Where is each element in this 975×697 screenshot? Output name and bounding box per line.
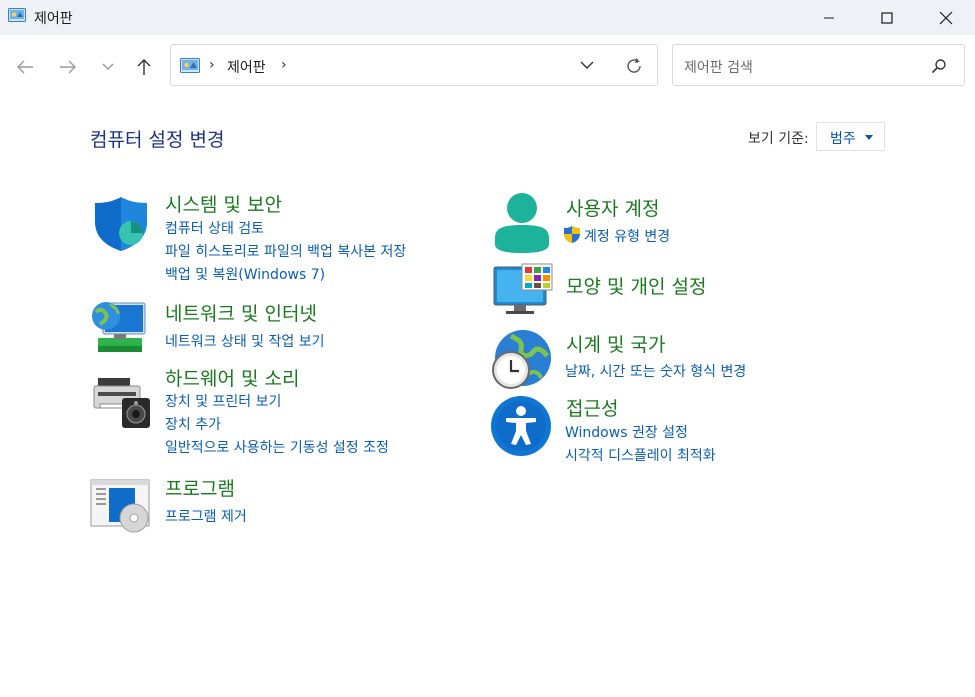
link-review-computer-status[interactable]: 컴퓨터 상태 검토: [165, 218, 264, 238]
close-icon: [939, 11, 953, 24]
user-accounts-icon[interactable]: [493, 192, 551, 254]
link-file-history-backup[interactable]: 파일 히스토리로 파일의 백업 복사본 저장: [165, 241, 406, 261]
arrow-left-icon: [17, 60, 33, 74]
link-windows-recommended-settings[interactable]: Windows 권장 설정: [565, 422, 688, 442]
appearance-monitor-icon[interactable]: [492, 263, 554, 315]
control-panel-app-icon: [8, 8, 26, 22]
window-title: 제어판: [34, 11, 73, 27]
uac-shield-icon: [564, 226, 580, 243]
link-optimize-visual-display[interactable]: 시각적 디스플레이 최적화: [565, 445, 716, 465]
category-title-network-internet[interactable]: 네트워크 및 인터넷: [165, 299, 317, 326]
link-network-status-tasks[interactable]: 네트워크 상태 및 작업 보기: [165, 331, 324, 351]
category-title-appearance-personalization[interactable]: 모양 및 개인 설정: [566, 272, 706, 299]
link-uninstall-program[interactable]: 프로그램 제거: [165, 506, 247, 526]
caret-down-icon: [865, 135, 873, 140]
view-by-label: 보기 기준:: [748, 131, 809, 147]
up-button[interactable]: [127, 50, 161, 84]
category-title-clock-region[interactable]: 시계 및 국가: [566, 330, 665, 357]
programs-icon[interactable]: [90, 478, 152, 534]
link-add-device[interactable]: 장치 추가: [165, 414, 221, 434]
shield-icon[interactable]: [92, 195, 150, 253]
category-title-user-accounts[interactable]: 사용자 계정: [566, 194, 659, 221]
category-title-system-security[interactable]: 시스템 및 보안: [165, 190, 282, 217]
minimize-icon: [824, 17, 834, 18]
control-panel-icon: [180, 58, 200, 73]
category-title-hardware-sound[interactable]: 하드웨어 및 소리: [165, 364, 299, 391]
breadcrumb-separator[interactable]: ›: [281, 57, 287, 73]
breadcrumb-separator: ›: [209, 57, 215, 73]
arrow-right-icon: [60, 60, 76, 74]
arrow-up-icon: [137, 59, 151, 75]
recent-locations-button[interactable]: [91, 50, 125, 84]
maximize-icon: [881, 11, 893, 24]
search-box[interactable]: 제어판 검색: [672, 44, 965, 86]
link-change-account-type[interactable]: 계정 유형 변경: [584, 226, 670, 246]
printer-speaker-icon[interactable]: [92, 374, 152, 430]
minimize-button[interactable]: [800, 0, 858, 35]
address-bar[interactable]: › 제어판 ›: [170, 44, 658, 86]
clock-globe-icon[interactable]: [489, 328, 553, 390]
maximize-button[interactable]: [858, 0, 916, 35]
view-by-dropdown[interactable]: 범주: [816, 122, 885, 151]
link-view-devices-printers[interactable]: 장치 및 프린터 보기: [165, 391, 281, 411]
link-backup-restore[interactable]: 백업 및 복원(Windows 7): [165, 264, 325, 284]
title-bar: 제어판: [0, 0, 975, 35]
chevron-down-icon[interactable]: [579, 58, 595, 72]
page-title: 컴퓨터 설정 변경: [90, 129, 225, 151]
network-globe-icon[interactable]: [90, 298, 150, 358]
category-title-accessibility[interactable]: 접근성: [566, 394, 618, 421]
back-button[interactable]: [8, 50, 42, 84]
search-icon[interactable]: [931, 58, 947, 74]
link-mobility-settings[interactable]: 일반적으로 사용하는 기동성 설정 조정: [165, 437, 389, 457]
view-by-value[interactable]: 범주: [830, 128, 856, 148]
refresh-icon[interactable]: [625, 57, 643, 75]
link-change-date-time-format[interactable]: 날짜, 시간 또는 숫자 형식 변경: [565, 361, 746, 381]
navigation-toolbar: › 제어판 › 제어판 검색: [0, 35, 975, 101]
close-button[interactable]: [917, 0, 975, 35]
breadcrumb-control-panel[interactable]: 제어판: [227, 57, 266, 77]
accessibility-icon[interactable]: [490, 395, 552, 457]
category-title-programs[interactable]: 프로그램: [165, 474, 235, 501]
chevron-down-icon: [102, 63, 114, 70]
search-placeholder[interactable]: 제어판 검색: [684, 57, 753, 77]
forward-button[interactable]: [51, 50, 85, 84]
